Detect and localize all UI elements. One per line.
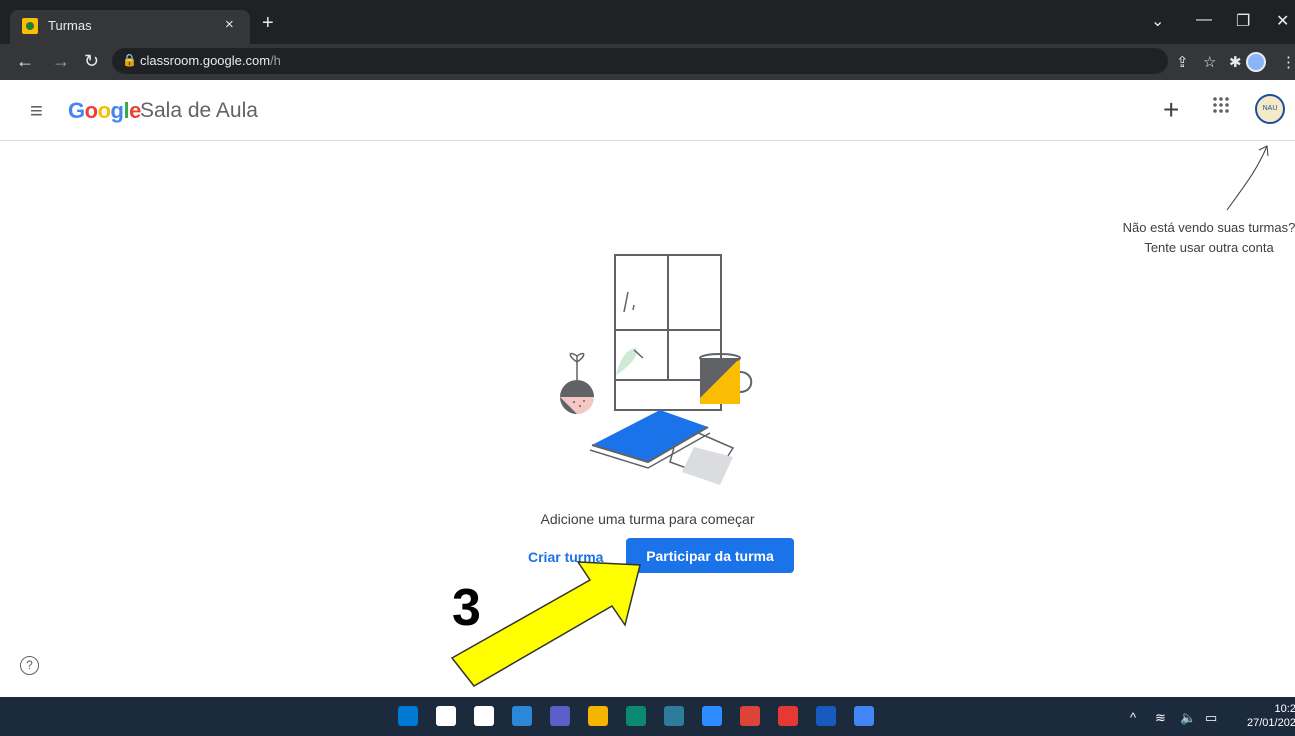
windows-taskbar: ^ ≋ 🔈 ▭ 10:29 27/01/2022 <box>0 697 1295 736</box>
annotation-step-number: 3 <box>452 579 481 637</box>
taskbar-clock[interactable]: 10:29 27/01/2022 <box>1247 702 1295 730</box>
browser-toolbar: ← → ↻ 🔒 classroom.google.com/h ⇪ ☆ ✱ ⋮ <box>0 44 1295 80</box>
help-icon[interactable]: ? <box>20 656 39 675</box>
browser-tab[interactable]: Turmas × <box>10 10 250 44</box>
classroom-favicon-icon <box>22 18 38 34</box>
volume-icon[interactable]: 🔈 <box>1180 710 1196 726</box>
tab-close-icon[interactable]: × <box>225 16 234 33</box>
account-avatar[interactable]: NAU <box>1255 94 1285 124</box>
back-arrow-icon[interactable]: ← <box>16 51 34 72</box>
taskbar-app-icon[interactable] <box>398 706 418 726</box>
tab-title: Turmas <box>48 18 92 33</box>
app-header: ≡ Google Sala de Aula + NAU <box>0 80 1295 141</box>
lock-icon: 🔒 <box>122 53 137 67</box>
bird-shape <box>616 348 638 375</box>
taskbar-app-icon[interactable] <box>436 706 456 726</box>
show-hidden-icons-icon[interactable]: ^ <box>1130 710 1136 725</box>
url-host: classroom.google.com <box>140 53 271 68</box>
empty-state-message: Adicione uma turma para começar <box>540 511 755 527</box>
close-window-button[interactable]: ✕ <box>1276 11 1289 31</box>
taskbar-app-icon[interactable] <box>740 706 760 726</box>
tab-search-icon[interactable]: ⌄ <box>1151 11 1164 31</box>
browser-profile-avatar[interactable] <box>1246 52 1266 72</box>
google-apps-icon[interactable] <box>1212 96 1230 120</box>
logo-letter: g <box>110 98 124 123</box>
logo-letter: o <box>84 98 98 123</box>
battery-icon[interactable]: ▭ <box>1205 710 1217 726</box>
taskbar-app-icon[interactable] <box>626 706 646 726</box>
logo-letter: G <box>68 98 85 123</box>
taskbar-app-icon[interactable] <box>778 706 798 726</box>
bookmark-star-icon[interactable]: ☆ <box>1203 53 1216 71</box>
restore-button[interactable]: ❐ <box>1236 11 1250 31</box>
account-hint: Não está vendo suas turmas? Tente usar o… <box>1122 220 1295 255</box>
taskbar-app-icon[interactable] <box>512 706 532 726</box>
taskbar-app-icon[interactable] <box>854 706 874 726</box>
reload-icon[interactable]: ↻ <box>84 51 99 72</box>
url-text: classroom.google.com/h <box>140 53 281 68</box>
add-class-icon[interactable]: + <box>1163 94 1179 126</box>
share-icon[interactable]: ⇪ <box>1176 53 1189 71</box>
main-menu-icon[interactable]: ≡ <box>30 98 43 124</box>
new-tab-button[interactable]: + <box>262 12 274 35</box>
taskbar-app-icon[interactable] <box>588 706 608 726</box>
taskbar-app-icon[interactable] <box>702 706 722 726</box>
wifi-icon[interactable]: ≋ <box>1155 710 1166 726</box>
taskbar-app-icon[interactable] <box>550 706 570 726</box>
hint-arrow-icon <box>1226 145 1269 211</box>
chrome-menu-icon[interactable]: ⋮ <box>1281 53 1295 71</box>
empty-classroom-illustration <box>560 254 753 485</box>
minimize-button[interactable]: — <box>1196 11 1212 29</box>
browser-tab-bar: Turmas × + ⌄ — ❐ ✕ <box>0 0 1295 44</box>
clock-date: 27/01/2022 <box>1247 717 1295 729</box>
extensions-puzzle-icon[interactable]: ✱ <box>1229 53 1242 71</box>
taskbar-app-icon[interactable] <box>474 706 494 726</box>
clock-time: 10:29 <box>1274 703 1295 715</box>
forward-arrow-icon[interactable]: → <box>52 51 70 72</box>
url-path: /h <box>270 53 281 68</box>
logo-letter: o <box>97 98 111 123</box>
taskbar-app-icon[interactable] <box>664 706 684 726</box>
google-logo[interactable]: Google <box>68 98 141 124</box>
apps-grid-icon <box>1213 97 1229 113</box>
taskbar-app-icon[interactable] <box>816 706 836 726</box>
product-name[interactable]: Sala de Aula <box>140 99 258 123</box>
address-bar[interactable]: 🔒 classroom.google.com/h <box>112 48 1168 74</box>
